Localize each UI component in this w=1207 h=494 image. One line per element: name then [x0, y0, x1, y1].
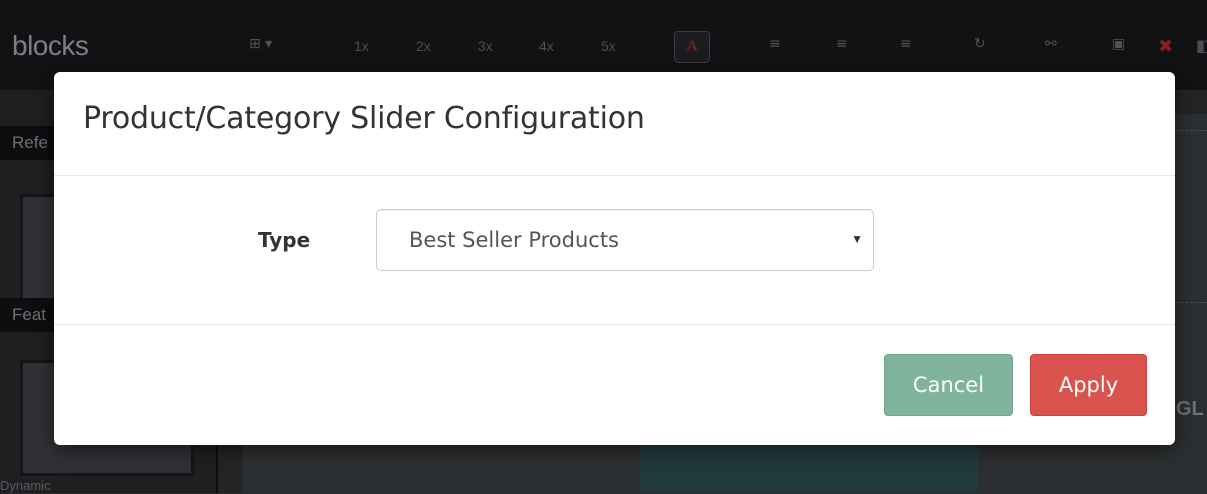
image-icon[interactable]: ▣	[1112, 36, 1125, 52]
type-label: Type	[258, 228, 311, 252]
slider-config-modal: Product/Category Slider Configuration Ty…	[54, 72, 1175, 445]
refresh-icon[interactable]: ↻	[974, 36, 986, 52]
close-icon[interactable]: ✖	[1158, 36, 1173, 57]
toolbar-overflow-icon[interactable]: ◧	[1196, 36, 1207, 56]
zoom-5x[interactable]: 5x	[601, 38, 616, 54]
cancel-button[interactable]: Cancel	[884, 354, 1013, 416]
canvas-guide-line	[1176, 302, 1207, 303]
text-color-button[interactable]: A	[674, 31, 710, 63]
canvas-text-fragment: GL	[1176, 398, 1204, 420]
sidebar-caption: Dynamic	[0, 478, 51, 493]
align-left-icon[interactable]: ≡	[769, 36, 781, 52]
type-select-value: Best Seller Products	[409, 228, 619, 252]
zoom-1x[interactable]: 1x	[354, 38, 369, 54]
modal-header: Product/Category Slider Configuration	[54, 72, 1175, 176]
align-right-icon[interactable]: ≡	[900, 36, 912, 52]
apply-button[interactable]: Apply	[1030, 354, 1147, 416]
link-icon[interactable]: ⚯	[1045, 36, 1057, 52]
canvas-guide-line	[1176, 130, 1207, 131]
zoom-4x[interactable]: 4x	[539, 38, 554, 54]
zoom-3x[interactable]: 3x	[478, 38, 493, 54]
type-select[interactable]: Best Seller Products ▼	[376, 209, 874, 271]
canvas-image-block	[640, 445, 978, 493]
app-brand: blocks	[12, 30, 89, 61]
modal-body: Type Best Seller Products ▼	[54, 176, 1175, 325]
modal-footer: Cancel Apply	[54, 325, 1175, 445]
zoom-2x[interactable]: 2x	[416, 38, 431, 54]
caret-down-icon: ▼	[851, 232, 863, 246]
align-center-icon[interactable]: ≡	[836, 36, 848, 52]
modal-title: Product/Category Slider Configuration	[83, 101, 645, 136]
add-block-icon[interactable]: ⊞ ▾	[249, 36, 272, 52]
